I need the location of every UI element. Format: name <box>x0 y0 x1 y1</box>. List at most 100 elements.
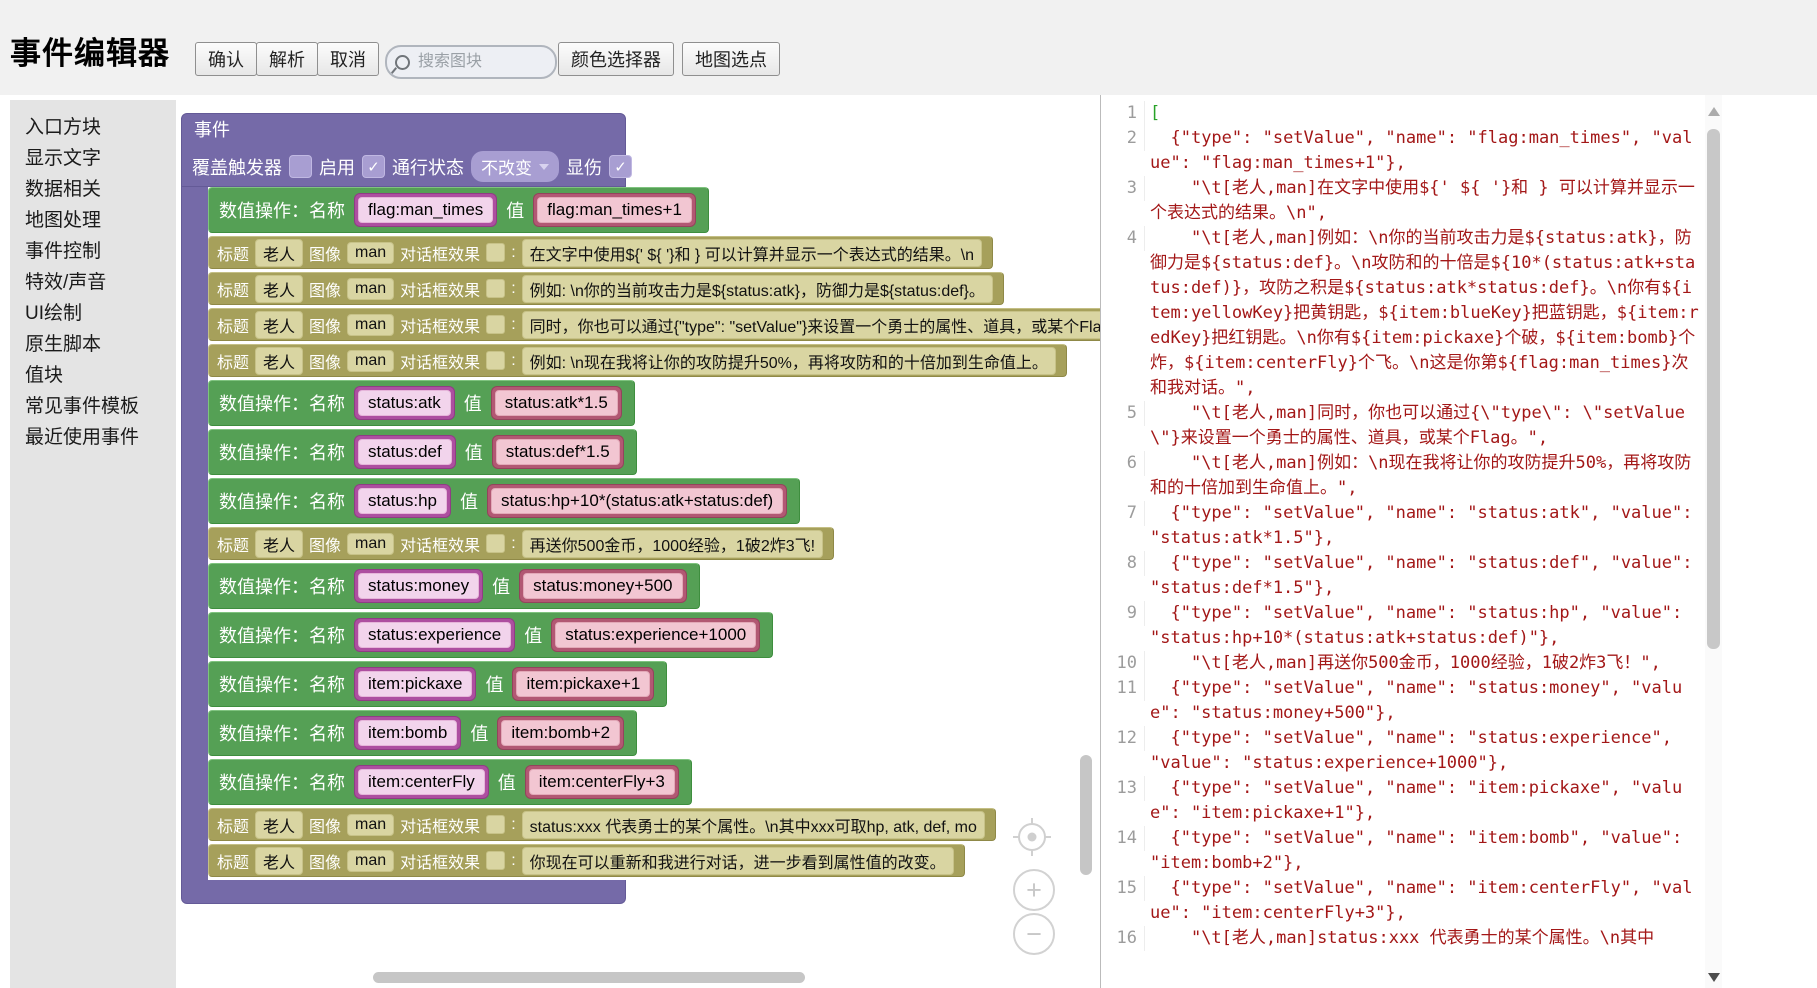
map-pick-button[interactable]: 地图选点 <box>682 42 780 76</box>
image-field[interactable]: man <box>347 314 394 336</box>
title-field[interactable]: 老人 <box>255 847 303 875</box>
code-scrollbar-thumb[interactable] <box>1707 129 1720 649</box>
name-slot[interactable]: flag:man_times <box>354 193 497 227</box>
dialogue-block[interactable]: 标题 老人 图像 man 对话框效果 : 在文字中使用${' ${ '}和 } … <box>208 236 993 269</box>
name-slot[interactable]: status:atk <box>354 386 455 420</box>
value-slot[interactable]: status:hp+10*(status:atk+status:def) <box>487 484 787 518</box>
value-slot[interactable]: flag:man_times+1 <box>533 193 696 227</box>
setvalue-block[interactable]: 数值操作：名称 flag:man_times 值 flag:man_times+… <box>208 187 709 233</box>
image-field[interactable]: man <box>347 814 394 836</box>
dialogue-block[interactable]: 标题 老人 图像 man 对话框效果 : status:xxx 代表勇士的某个属… <box>208 808 996 841</box>
enable-checkbox[interactable]: ✓ <box>362 155 385 178</box>
title-field[interactable]: 老人 <box>255 311 303 339</box>
zoom-reset-button[interactable] <box>1012 817 1052 857</box>
sidebar-item-map[interactable]: 地图处理 <box>10 205 176 236</box>
sidebar-item-event-control[interactable]: 事件控制 <box>10 236 176 267</box>
sidebar-item-native-script[interactable]: 原生脚本 <box>10 329 176 360</box>
sidebar-item-common-templates[interactable]: 常见事件模板 <box>10 391 176 422</box>
blockly-workspace[interactable]: 事件 覆盖触发器 启用 ✓ 通行状态 不改变 显伤 ✓ <box>176 95 1100 988</box>
scroll-up-icon[interactable] <box>1708 107 1720 116</box>
sidebar-item-recent-events[interactable]: 最近使用事件 <box>10 422 176 453</box>
dialogue-text-field[interactable]: 例如: \n你的当前攻击力是${status:atk}，防御力是${status… <box>522 275 993 303</box>
sidebar-item-ui-draw[interactable]: UI绘制 <box>10 298 176 329</box>
title-field[interactable]: 老人 <box>255 811 303 839</box>
name-slot[interactable]: status:experience <box>354 618 515 652</box>
title-field[interactable]: 老人 <box>255 239 303 267</box>
dialogue-text-field[interactable]: 在文字中使用${' ${ '}和 } 可以计算并显示一个表达式的结果。\n <box>522 239 982 267</box>
name-slot[interactable]: status:hp <box>354 484 451 518</box>
effect-checkbox[interactable] <box>486 351 505 370</box>
dialogue-text-field[interactable]: 同时，你也可以通过{"type": "setValue"}来设置一个勇士的属性、… <box>522 311 1100 339</box>
setvalue-block[interactable]: 数值操作：名称 status:def 值 status:def*1.5 <box>208 429 637 475</box>
sidebar-item-fx-sound[interactable]: 特效/声音 <box>10 267 176 298</box>
search-box[interactable] <box>385 45 557 79</box>
dialogue-text-field[interactable]: 你现在可以重新和我进行对话，进一步看到属性值的改变。 <box>522 847 954 875</box>
sidebar-item-data[interactable]: 数据相关 <box>10 174 176 205</box>
title-field[interactable]: 老人 <box>255 530 303 558</box>
dialogue-text-field[interactable]: 例如: \n现在我将让你的攻防提升50%，再将攻防和的十倍加到生命值上。 <box>522 347 1056 375</box>
code-lines[interactable]: 1[ 2 {"type": "setValue", "name": "flag:… <box>1101 101 1702 951</box>
show-damage-checkbox[interactable]: ✓ <box>609 155 632 178</box>
zoom-out-button[interactable]: − <box>1013 913 1055 955</box>
setvalue-block[interactable]: 数值操作：名称 status:experience 值 status:exper… <box>208 612 773 658</box>
sidebar-item-value-block[interactable]: 值块 <box>10 360 176 391</box>
setvalue-block[interactable]: 数值操作：名称 status:hp 值 status:hp+10*(status… <box>208 478 800 524</box>
code-line: 9 {"type": "setValue", "name": "status:h… <box>1101 601 1702 651</box>
value-slot[interactable]: item:centerFly+3 <box>525 765 679 799</box>
value-slot[interactable]: status:money+500 <box>519 569 686 603</box>
pass-state-dropdown[interactable]: 不改变 <box>471 151 559 182</box>
value-slot[interactable]: item:pickaxe+1 <box>512 667 654 701</box>
name-slot[interactable]: item:bomb <box>354 716 461 750</box>
code-line: 8 {"type": "setValue", "name": "status:d… <box>1101 551 1702 601</box>
image-field[interactable]: man <box>347 850 394 872</box>
dialogue-block[interactable]: 标题 老人 图像 man 对话框效果 : 例如: \n现在我将让你的攻防提升50… <box>208 344 1067 377</box>
workspace-horizontal-scrollbar[interactable] <box>373 972 805 983</box>
setvalue-block[interactable]: 数值操作：名称 item:pickaxe 值 item:pickaxe+1 <box>208 661 667 707</box>
setvalue-block[interactable]: 数值操作：名称 item:bomb 值 item:bomb+2 <box>208 710 637 756</box>
setvalue-block[interactable]: 数值操作：名称 status:atk 值 status:atk*1.5 <box>208 380 635 426</box>
zoom-in-button[interactable]: + <box>1013 869 1055 911</box>
image-field[interactable]: man <box>347 533 394 555</box>
setvalue-block[interactable]: 数值操作：名称 status:money 值 status:money+500 <box>208 563 700 609</box>
title-field[interactable]: 老人 <box>255 275 303 303</box>
trigger-checkbox[interactable] <box>289 155 312 178</box>
scroll-down-icon[interactable] <box>1708 973 1720 982</box>
name-slot[interactable]: status:money <box>354 569 483 603</box>
search-input[interactable] <box>416 52 530 72</box>
setvalue-block[interactable]: 数值操作：名称 item:centerFly 值 item:centerFly+… <box>208 759 692 805</box>
value-slot[interactable]: status:def*1.5 <box>492 435 624 469</box>
value-slot[interactable]: status:experience+1000 <box>551 618 760 652</box>
effect-checkbox[interactable] <box>486 243 505 262</box>
cancel-button[interactable]: 取消 <box>317 42 379 76</box>
dialogue-text-field[interactable]: status:xxx 代表勇士的某个属性。\n其中xxx可取hp, atk, d… <box>522 811 985 839</box>
image-field[interactable]: man <box>347 242 394 264</box>
effect-checkbox[interactable] <box>486 851 505 870</box>
name-slot[interactable]: item:pickaxe <box>354 667 476 701</box>
image-field[interactable]: man <box>347 350 394 372</box>
sidebar-item-entry[interactable]: 入口方块 <box>10 112 176 143</box>
color-picker-button[interactable]: 颜色选择器 <box>558 42 674 76</box>
code-scrollbar[interactable] <box>1705 95 1722 988</box>
value-slot[interactable]: status:atk*1.5 <box>491 386 622 420</box>
dialogue-block[interactable]: 标题 老人 图像 man 对话框效果 : 同时，你也可以通过{"type": "… <box>208 308 1100 341</box>
effect-checkbox[interactable] <box>486 815 505 834</box>
title-field[interactable]: 老人 <box>255 347 303 375</box>
name-slot[interactable]: item:centerFly <box>354 765 489 799</box>
name-slot[interactable]: status:def <box>354 435 456 469</box>
dialogue-text-field[interactable]: 再送你500金币，1000经验，1破2炸3飞! <box>522 530 823 558</box>
parse-button[interactable]: 解析 <box>256 42 318 76</box>
effect-checkbox[interactable] <box>486 534 505 553</box>
workspace-vertical-scrollbar[interactable] <box>1080 755 1092 875</box>
code-editor[interactable]: 1[ 2 {"type": "setValue", "name": "flag:… <box>1100 95 1725 988</box>
dialogue-block[interactable]: 标题 老人 图像 man 对话框效果 : 你现在可以重新和我进行对话，进一步看到… <box>208 844 965 877</box>
event-block-spine <box>181 187 208 880</box>
effect-checkbox[interactable] <box>486 279 505 298</box>
image-field[interactable]: man <box>347 278 394 300</box>
dialogue-block[interactable]: 标题 老人 图像 man 对话框效果 : 例如: \n你的当前攻击力是${sta… <box>208 272 1004 305</box>
dialogue-block[interactable]: 标题 老人 图像 man 对话框效果 : 再送你500金币，1000经验，1破2… <box>208 527 834 560</box>
effect-checkbox[interactable] <box>486 315 505 334</box>
sidebar-item-show-text[interactable]: 显示文字 <box>10 143 176 174</box>
confirm-button[interactable]: 确认 <box>195 42 257 76</box>
value-slot[interactable]: item:bomb+2 <box>497 716 624 750</box>
event-container-block[interactable]: 事件 覆盖触发器 启用 ✓ 通行状态 不改变 显伤 ✓ <box>181 113 1100 904</box>
